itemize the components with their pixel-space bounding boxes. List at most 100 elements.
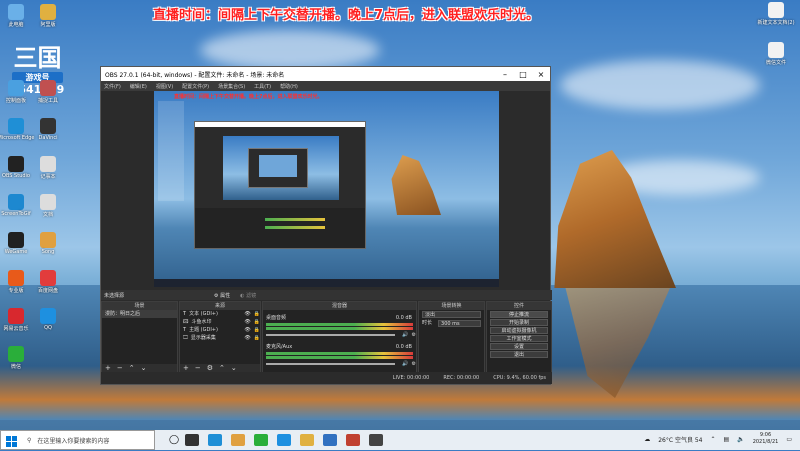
desktop-icon[interactable]: 记事本: [28, 156, 68, 180]
eye-icon[interactable]: 👁: [244, 318, 250, 326]
clock[interactable]: 9:06 2021/8/21: [753, 432, 779, 446]
eye-icon[interactable]: 👁: [244, 334, 250, 342]
scenes-title: 场景: [102, 302, 177, 310]
taskbar-app-icon[interactable]: [208, 434, 223, 446]
duration-label: 时长: [422, 320, 433, 326]
desktop-icon-label: QQ: [44, 325, 52, 331]
desktop-icon[interactable]: 捕捉工具: [28, 80, 68, 104]
weather-icon[interactable]: ☁: [644, 436, 650, 443]
maximize-icon[interactable]: □: [514, 70, 532, 79]
eye-icon[interactable]: 👁: [244, 310, 250, 318]
desktop-icon[interactable]: 百度网盘: [28, 270, 68, 294]
scene-item[interactable]: 漫防：明日之后: [102, 310, 177, 318]
gear-icon[interactable]: ⚙: [412, 331, 416, 339]
speaker-icon[interactable]: 🔊: [402, 360, 408, 368]
desktop-icon[interactable]: DaVinci: [28, 118, 68, 141]
desktop-app-icon: [40, 4, 56, 20]
mixer-title: 混音器: [263, 302, 416, 310]
network-icon[interactable]: ▤: [724, 436, 730, 443]
desktop-icon[interactable]: 新建文本文档(2): [756, 2, 796, 26]
weather-text[interactable]: 26°C 空气良 54: [658, 435, 702, 444]
chevron-up-icon[interactable]: ⌃: [711, 436, 716, 443]
notification-icon[interactable]: ▭: [786, 436, 792, 443]
file-icon: [768, 42, 784, 58]
volume-icon[interactable]: 🔈: [737, 436, 744, 443]
source-type-icon: T: [183, 311, 187, 317]
scene-item-label: 漫防：明日之后: [105, 311, 141, 317]
taskbar-app-icon[interactable]: [300, 434, 315, 446]
control-button[interactable]: 设置: [490, 343, 548, 350]
menu-item[interactable]: 工具(T): [254, 83, 271, 90]
taskbar-search[interactable]: ⚲ 在这里输入你要搜索的内容: [0, 430, 155, 450]
remove-icon[interactable]: −: [117, 364, 123, 372]
menu-item[interactable]: 文件(F): [104, 83, 121, 90]
sources-footer: + − ⚙ ⌃ ⌄: [180, 364, 260, 372]
obs-preview[interactable]: 直播时间：间隔上下午交替开播。晚上7点后，进入联盟欢乐时光。: [154, 91, 499, 287]
add-icon[interactable]: +: [105, 364, 111, 372]
taskbar-app-icon[interactable]: [254, 434, 269, 446]
control-button[interactable]: 开始录制: [490, 319, 548, 326]
desktop-icon[interactable]: Song: [28, 232, 68, 255]
menu-item[interactable]: 视图(V): [156, 83, 173, 90]
menu-item[interactable]: 编辑(E): [130, 83, 147, 90]
controls-title: 控件: [487, 302, 551, 310]
volume-slider[interactable]: [266, 363, 396, 365]
cpu-status: CPU: 9.4%, 60.00 fps: [493, 375, 546, 381]
source-item[interactable]: 🖾 斗鱼水印 👁 🔒: [180, 318, 260, 326]
source-item-label: 显示器采集: [190, 335, 216, 341]
taskbar-app-icon[interactable]: [369, 434, 384, 446]
taskbar-app-icon[interactable]: [231, 434, 246, 446]
taskbar-app-icon[interactable]: [185, 434, 200, 446]
desktop-icon[interactable]: 微信文件: [756, 42, 796, 66]
down-icon[interactable]: ⌄: [231, 364, 237, 372]
add-icon[interactable]: +: [183, 364, 189, 372]
desktop-icon-label: 文档: [42, 212, 53, 218]
desktop-icon[interactable]: QQ: [28, 308, 68, 331]
control-button[interactable]: 退出: [490, 351, 548, 358]
eye-icon[interactable]: 👁: [244, 326, 250, 334]
menu-item[interactable]: 配置文件(P): [182, 83, 209, 90]
source-item[interactable]: T 文本 (GDI+) 👁 🔒: [180, 310, 260, 318]
nested-obs-window: [194, 121, 366, 249]
source-item[interactable]: T 主题 (GDI+) 👁 🔒: [180, 326, 260, 334]
gear-icon[interactable]: ⚙: [207, 364, 213, 372]
gear-icon[interactable]: ⚙: [412, 360, 416, 368]
up-icon[interactable]: ⌃: [129, 364, 135, 372]
lock-icon[interactable]: 🔒: [254, 310, 260, 318]
source-item[interactable]: 🖵 显示器采集 👁 🔒: [180, 334, 260, 342]
lock-icon[interactable]: 🔒: [254, 334, 260, 342]
close-icon[interactable]: ×: [532, 70, 550, 79]
obs-title-bar[interactable]: OBS 27.0.1 (64-bit, windows) - 配置文件: 未命名…: [101, 67, 550, 81]
properties-label: 属性: [220, 292, 231, 299]
transition-type-select[interactable]: 淡出: [422, 311, 481, 318]
start-button[interactable]: [1, 431, 23, 451]
desktop-icon[interactable]: 阿里版: [28, 4, 68, 28]
control-button[interactable]: 工作室模式: [490, 335, 548, 342]
desktop-icon[interactable]: 微信: [0, 346, 36, 370]
lock-icon[interactable]: 🔒: [254, 326, 260, 334]
volume-slider[interactable]: [266, 334, 396, 336]
desktop-icon[interactable]: 文档: [28, 194, 68, 218]
taskbar-app-icon[interactable]: [277, 434, 292, 446]
down-icon[interactable]: ⌄: [141, 364, 147, 372]
taskbar-app-icon[interactable]: [323, 434, 338, 446]
remove-icon[interactable]: −: [195, 364, 201, 372]
clock-date: 2021/8/21: [752, 439, 779, 445]
control-button[interactable]: 启动虚拟摄像机: [490, 327, 548, 334]
desktop-app-icon: [8, 194, 24, 210]
control-button[interactable]: 停止推流: [490, 311, 548, 318]
minimize-icon[interactable]: –: [496, 70, 514, 79]
transition-type: 淡出: [425, 312, 436, 318]
filters-button[interactable]: ◐ 滤镜: [240, 292, 256, 299]
menu-item[interactable]: 场景集合(S): [218, 83, 245, 90]
duration-input[interactable]: 300 ms: [438, 319, 481, 327]
properties-button[interactable]: ⚙ 属性: [214, 292, 230, 299]
taskbar-app-icon[interactable]: [346, 434, 361, 446]
up-icon[interactable]: ⌃: [219, 364, 225, 372]
volume-meter: [266, 352, 413, 355]
speaker-icon[interactable]: 🔊: [402, 331, 408, 339]
task-view-icon[interactable]: ◯: [169, 435, 179, 445]
obs-window[interactable]: OBS 27.0.1 (64-bit, windows) - 配置文件: 未命名…: [100, 66, 552, 385]
lock-icon[interactable]: 🔒: [254, 318, 260, 326]
menu-item[interactable]: 帮助(H): [280, 83, 298, 90]
